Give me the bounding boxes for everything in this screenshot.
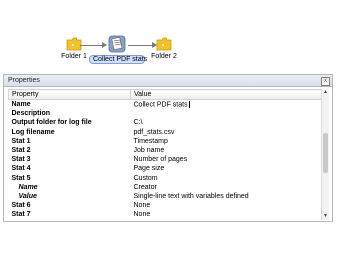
property-row[interactable]: Stat 7 None — [9, 210, 322, 219]
scroll-down-icon[interactable]: ▼ — [322, 213, 329, 220]
property-key: Output folder for log file — [11, 119, 92, 127]
property-row[interactable]: Stat 2 Job name — [9, 146, 322, 155]
scroll-up-icon[interactable]: ▲ — [322, 89, 329, 96]
property-value[interactable]: None — [131, 201, 322, 210]
property-row[interactable]: Value Single-line text with variables de… — [9, 192, 322, 201]
property-row[interactable]: Name Collect PDF stats — [9, 100, 322, 110]
property-row[interactable]: Description — [9, 109, 322, 118]
property-key: Stat 2 — [11, 147, 31, 155]
property-value[interactable]: Custom — [131, 174, 322, 183]
property-key: Log filename — [11, 128, 55, 136]
property-row[interactable]: Output folder for log file C:\ — [9, 118, 322, 127]
property-key: Description — [11, 110, 51, 118]
property-key: Stat 5 — [11, 174, 31, 182]
property-row[interactable]: Stat 5 Custom — [9, 174, 322, 183]
property-row[interactable]: Stat 1 Timestamp — [9, 137, 322, 146]
property-value[interactable]: Collect PDF stats — [134, 101, 188, 108]
flow-node-folder-1[interactable]: Folder 1 — [59, 37, 89, 60]
property-key: Stat 7 — [11, 211, 31, 219]
flow-node-collect-pdf-stats[interactable]: Collect PDF stats — [89, 35, 147, 64]
property-value[interactable]: Single-line text with variables defined — [131, 192, 322, 201]
pdf-stats-icon — [108, 35, 126, 53]
flow-node-label: Folder 2 — [151, 53, 177, 60]
scrollbar-thumb[interactable] — [323, 133, 328, 173]
property-row[interactable]: Stat 4 Page size — [9, 164, 322, 173]
panel-title: Properties — [4, 75, 332, 87]
properties-grid: Property Value Name Collect PDF stats De… — [8, 89, 322, 220]
folder-icon — [156, 37, 172, 51]
flow-node-label: Folder 1 — [61, 53, 87, 60]
column-header-value[interactable]: Value — [130, 89, 322, 100]
close-icon[interactable]: x — [321, 77, 330, 86]
property-row[interactable]: Name Creator — [9, 183, 322, 192]
property-value[interactable]: Number of pages — [131, 155, 322, 164]
property-value[interactable]: pdf_stats.csv — [131, 128, 322, 137]
property-key: Stat 6 — [11, 202, 31, 210]
property-key: Stat 3 — [11, 156, 31, 164]
property-key: Stat 1 — [11, 137, 31, 145]
property-key: Name — [11, 101, 31, 109]
properties-panel: Properties x Property Value Name Collect… — [3, 74, 333, 222]
property-value[interactable]: Page size — [131, 164, 322, 173]
property-value[interactable]: Timestamp — [131, 137, 322, 146]
vertical-scrollbar[interactable]: ▲ ▼ — [321, 89, 329, 220]
flow-canvas: Folder 1 Collect PDF stats Folder 2 — [0, 0, 340, 72]
property-key: Value — [18, 192, 37, 200]
property-value[interactable]: Job name — [131, 146, 322, 155]
property-value[interactable] — [131, 109, 322, 118]
property-row[interactable]: Stat 6 None — [9, 201, 322, 210]
property-row[interactable]: Log filename pdf_stats.csv — [9, 128, 322, 137]
property-value[interactable]: Creator — [131, 183, 322, 192]
flow-node-folder-2[interactable]: Folder 2 — [149, 37, 179, 60]
text-caret — [188, 100, 190, 108]
property-key: Name — [18, 183, 38, 191]
flow-node-label: Collect PDF stats — [89, 55, 147, 64]
property-value[interactable]: None — [131, 210, 322, 219]
property-value[interactable]: C:\ — [131, 118, 322, 127]
property-key: Stat 4 — [11, 165, 31, 173]
property-row[interactable]: Stat 3 Number of pages — [9, 155, 322, 164]
folder-icon — [66, 37, 82, 51]
property-value-name[interactable]: Collect PDF stats — [131, 100, 322, 110]
column-header-property[interactable]: Property — [8, 89, 131, 100]
